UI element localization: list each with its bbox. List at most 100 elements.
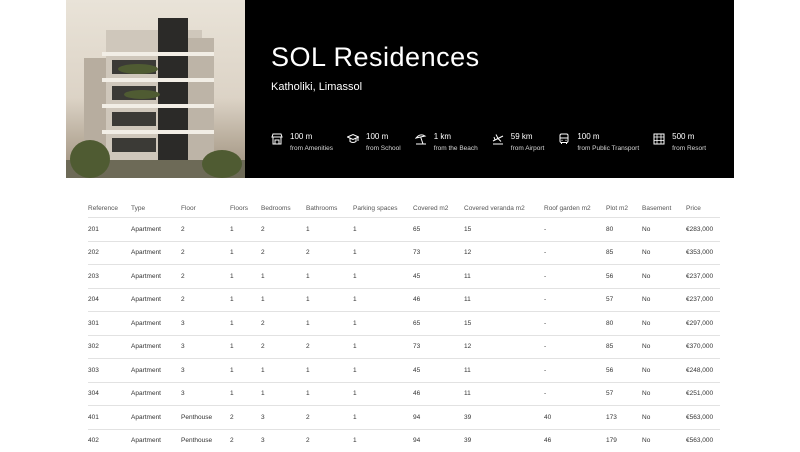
table-cell: 39: [464, 429, 544, 452]
table-cell: 2: [181, 288, 230, 312]
table-cell: 203: [88, 265, 131, 289]
table-cell: 3: [181, 382, 230, 406]
distance-amenities: 100 mfrom Amenities: [271, 132, 333, 156]
header-parking-spaces: Parking spaces: [353, 200, 413, 218]
table-cell: 1: [353, 359, 413, 383]
table-row: 402ApartmentPenthouse2321943946179No€563…: [88, 429, 720, 452]
table-cell: 12: [464, 241, 544, 265]
table-cell: 57: [606, 288, 642, 312]
table-cell: Apartment: [131, 312, 181, 336]
table-cell: €248,000: [686, 359, 720, 383]
table-cell: 11: [464, 382, 544, 406]
table-cell: 94: [413, 429, 464, 452]
table-cell: 302: [88, 335, 131, 359]
table-cell: 1: [230, 359, 261, 383]
table-cell: 40: [544, 406, 606, 430]
header-floor: Floor: [181, 200, 230, 218]
header-price: Price: [686, 200, 720, 218]
building-photo: [66, 0, 245, 178]
table-cell: 65: [413, 312, 464, 336]
table-cell: 45: [413, 265, 464, 289]
distance-beach: 1 kmfrom the Beach: [415, 132, 478, 156]
table-cell: 2: [306, 241, 353, 265]
table-cell: 179: [606, 429, 642, 452]
table-cell: 1: [230, 218, 261, 242]
table-cell: 173: [606, 406, 642, 430]
table-cell: 1: [353, 312, 413, 336]
table-row: 303Apartment311114511-56No€248,000: [88, 359, 720, 383]
table-cell: Apartment: [131, 382, 181, 406]
table-row: 304Apartment311114611-57No€251,000: [88, 382, 720, 406]
table-cell: 1: [353, 335, 413, 359]
table-cell: -: [544, 359, 606, 383]
header-basement: Basement: [642, 200, 686, 218]
table-cell: 1: [261, 359, 306, 383]
table-cell: No: [642, 218, 686, 242]
distances-list: 100 mfrom Amenities 100 mfrom School 1 k…: [271, 132, 720, 156]
table-cell: No: [642, 312, 686, 336]
table-cell: Apartment: [131, 265, 181, 289]
header-reference: Reference: [88, 200, 131, 218]
header-roof-garden-m2: Roof garden m2: [544, 200, 606, 218]
table-cell: 202: [88, 241, 131, 265]
table-cell: 2: [230, 406, 261, 430]
table-cell: No: [642, 406, 686, 430]
table-cell: 1: [230, 335, 261, 359]
table-row: 201Apartment212116515-80No€283,000: [88, 218, 720, 242]
table-cell: 11: [464, 359, 544, 383]
hotel-icon: [653, 133, 665, 145]
table-cell: 3: [181, 359, 230, 383]
distance-public-transport: 100 mfrom Public Transport: [558, 132, 639, 156]
table-cell: €370,000: [686, 335, 720, 359]
table-cell: Apartment: [131, 288, 181, 312]
table-cell: -: [544, 265, 606, 289]
table-cell: 85: [606, 241, 642, 265]
table-cell: Apartment: [131, 429, 181, 452]
table-cell: €563,000: [686, 429, 720, 452]
table-cell: €251,000: [686, 382, 720, 406]
table-cell: 46: [413, 288, 464, 312]
table-cell: 56: [606, 265, 642, 289]
table-cell: Penthouse: [181, 406, 230, 430]
table-cell: 46: [544, 429, 606, 452]
table-cell: 2: [261, 312, 306, 336]
table-cell: 1: [353, 406, 413, 430]
table-cell: €297,000: [686, 312, 720, 336]
table-cell: 1: [306, 312, 353, 336]
table-cell: 1: [353, 429, 413, 452]
table-cell: 1: [353, 241, 413, 265]
table-header-row: Reference Type Floor Floors Bedrooms Bat…: [88, 200, 720, 218]
table-cell: 2: [261, 335, 306, 359]
table-cell: No: [642, 429, 686, 452]
table-cell: 1: [353, 265, 413, 289]
table-cell: 1: [353, 218, 413, 242]
table-body: 201Apartment212116515-80No€283,000202Apa…: [88, 218, 720, 452]
airplane-icon: [492, 133, 504, 145]
table-cell: €563,000: [686, 406, 720, 430]
table-cell: 39: [464, 406, 544, 430]
table-cell: No: [642, 335, 686, 359]
table-cell: 73: [413, 335, 464, 359]
table-cell: No: [642, 359, 686, 383]
table-cell: 1: [306, 218, 353, 242]
distance-resort: 500 mfrom Resort: [653, 132, 706, 156]
table-cell: 2: [181, 241, 230, 265]
table-cell: 1: [230, 312, 261, 336]
table-cell: 2: [181, 265, 230, 289]
header-covered-veranda-m2: Covered veranda m2: [464, 200, 544, 218]
header-plot-m2: Plot m2: [606, 200, 642, 218]
table-cell: -: [544, 241, 606, 265]
table-cell: -: [544, 382, 606, 406]
table-cell: 2: [230, 429, 261, 452]
header-floors: Floors: [230, 200, 261, 218]
table-cell: 2: [306, 335, 353, 359]
table-cell: 1: [306, 265, 353, 289]
table-cell: 2: [261, 218, 306, 242]
table-cell: 73: [413, 241, 464, 265]
table-row: 302Apartment312217312-85No€370,000: [88, 335, 720, 359]
table-cell: 301: [88, 312, 131, 336]
table-cell: 94: [413, 406, 464, 430]
table-cell: 1: [230, 265, 261, 289]
table-cell: 3: [261, 406, 306, 430]
table-cell: 1: [306, 288, 353, 312]
